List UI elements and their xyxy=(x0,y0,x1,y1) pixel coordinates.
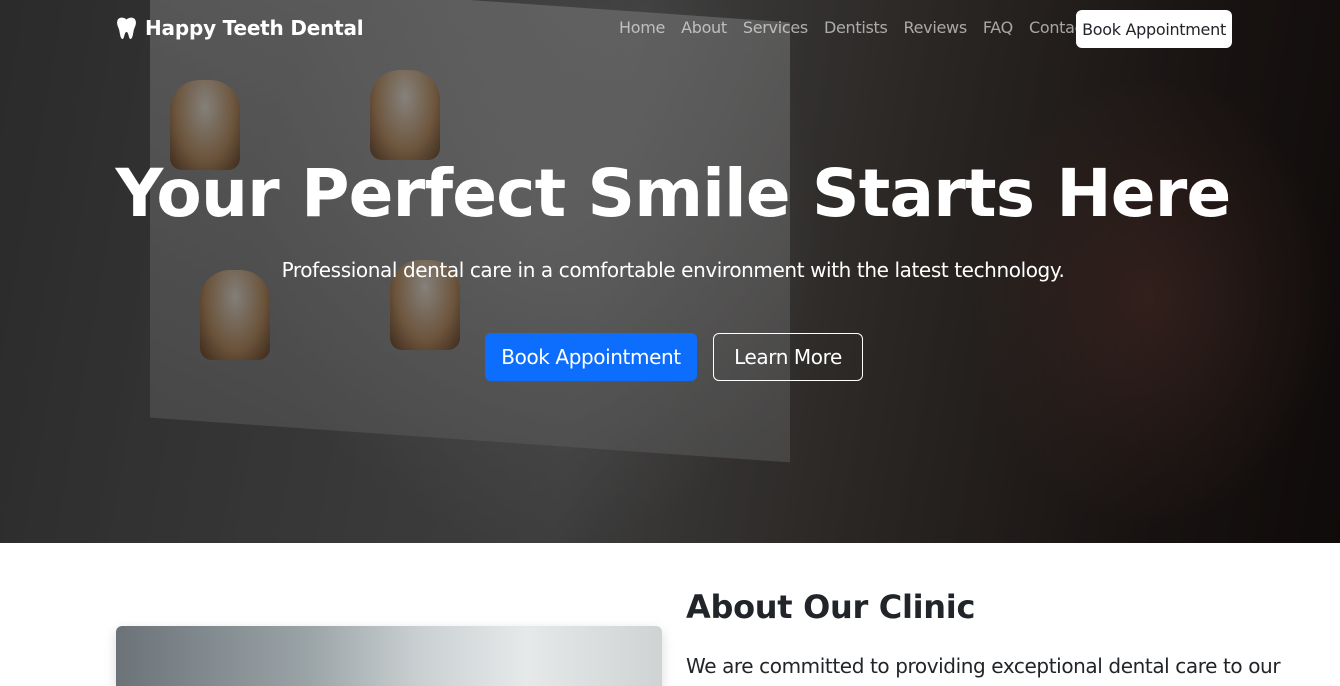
nav-links: Home About Services Dentists Reviews FAQ… xyxy=(611,18,1097,37)
hero-book-appointment-button[interactable]: Book Appointment xyxy=(485,333,697,381)
nav-link-reviews[interactable]: Reviews xyxy=(896,18,975,37)
nav-link-dentists[interactable]: Dentists xyxy=(816,18,896,37)
tooth-icon xyxy=(117,17,136,39)
brand-name: Happy Teeth Dental xyxy=(145,16,364,40)
about-text: We are committed to providing exceptiona… xyxy=(686,654,1281,678)
hero-title: Your Perfect Smile Starts Here xyxy=(115,155,1232,232)
hero-subtitle: Professional dental care in a comfortabl… xyxy=(281,258,1065,282)
nav-book-appointment-button[interactable]: Book Appointment xyxy=(1076,10,1232,48)
hero-section: Happy Teeth Dental Home About Services D… xyxy=(0,0,1340,543)
brand-link[interactable]: Happy Teeth Dental xyxy=(116,16,364,40)
nav-link-about[interactable]: About xyxy=(673,18,735,37)
hero-learn-more-button[interactable]: Learn More xyxy=(713,333,863,381)
navbar: Happy Teeth Dental Home About Services D… xyxy=(0,0,1340,58)
about-title: About Our Clinic xyxy=(686,588,976,626)
nav-link-faq[interactable]: FAQ xyxy=(975,18,1021,37)
nav-link-services[interactable]: Services xyxy=(735,18,816,37)
about-clinic-image xyxy=(116,626,662,686)
nav-link-home[interactable]: Home xyxy=(611,18,673,37)
